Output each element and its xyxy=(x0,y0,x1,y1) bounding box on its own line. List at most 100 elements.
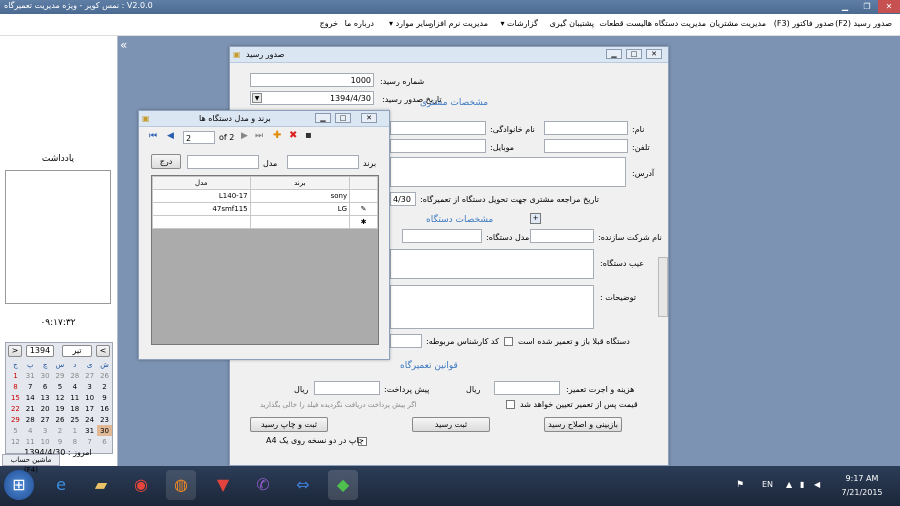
cal-day[interactable]: 20 xyxy=(38,403,53,414)
family-input[interactable] xyxy=(390,121,486,135)
teamviewer-icon[interactable]: ⇔ xyxy=(288,470,318,500)
receipt-maximize-icon[interactable]: □ xyxy=(626,49,642,59)
receipt-close-icon[interactable]: ✕ xyxy=(646,49,662,59)
nav-next-icon[interactable]: ▶ xyxy=(241,131,248,141)
cal-day[interactable]: 7 xyxy=(23,381,38,392)
phone-input[interactable] xyxy=(544,139,628,153)
cal-day[interactable]: 2 xyxy=(97,381,112,392)
nav-prev-icon[interactable]: ◀ xyxy=(167,131,174,141)
brand-input[interactable] xyxy=(287,155,359,169)
cal-day[interactable]: 11 xyxy=(67,392,82,403)
notes-textarea[interactable] xyxy=(5,170,111,304)
cal-day[interactable]: 5 xyxy=(53,381,68,392)
cal-day[interactable]: 22 xyxy=(8,403,23,414)
chrome-icon[interactable]: ◉ xyxy=(126,470,156,500)
cell-brand[interactable]: LG xyxy=(249,202,351,216)
tech-code-input[interactable] xyxy=(390,334,422,348)
cell-model[interactable]: L140-17 xyxy=(152,189,251,203)
name-input[interactable] xyxy=(544,121,628,135)
save-icon[interactable]: ▪ xyxy=(305,130,312,141)
inspect-receipt-button[interactable]: بازبینی و اصلاح رسید xyxy=(544,417,622,432)
close-icon[interactable]: ✕ xyxy=(878,0,900,13)
cal-day[interactable]: 4 xyxy=(67,381,82,392)
brand-close-icon[interactable]: ✕ xyxy=(361,113,377,123)
cal-day[interactable]: 27 xyxy=(82,370,97,381)
cal-day[interactable]: 24 xyxy=(82,414,97,425)
clock-time[interactable]: 9:17 AM xyxy=(834,474,890,483)
brand-maximize-icon[interactable]: □ xyxy=(335,113,351,123)
cal-day[interactable]: 15 xyxy=(8,392,23,403)
ie-icon[interactable]: e xyxy=(46,470,76,500)
price-after-checkbox[interactable] xyxy=(506,400,515,409)
viber-icon[interactable]: ✆ xyxy=(248,470,278,500)
menu-invoice[interactable]: صدور فاکتور (F3) xyxy=(774,19,834,28)
cal-day[interactable]: 2 xyxy=(53,425,68,436)
cal-day[interactable]: 8 xyxy=(8,381,23,392)
cal-day[interactable]: 29 xyxy=(53,370,68,381)
cal-day[interactable]: 28 xyxy=(23,414,38,425)
cal-day[interactable]: 3 xyxy=(82,381,97,392)
row-selector[interactable] xyxy=(349,189,378,203)
folder-icon[interactable]: ▰ xyxy=(86,470,116,500)
cal-day[interactable]: 11 xyxy=(23,436,38,447)
cal-day[interactable]: 26 xyxy=(97,370,112,381)
menu-customers[interactable]: مدیریت مشتریان xyxy=(709,19,766,28)
cal-day[interactable]: 27 xyxy=(38,414,53,425)
add-new-icon[interactable]: ✚ xyxy=(273,130,281,141)
cal-day[interactable]: 30 xyxy=(38,370,53,381)
brand-minimize-icon[interactable]: ▁ xyxy=(315,113,331,123)
nav-last-icon[interactable]: ⏭ xyxy=(255,131,263,141)
tray-arrow-icon[interactable]: ▲ xyxy=(786,480,792,489)
date-dropdown-icon[interactable]: ▼ xyxy=(252,93,262,103)
cal-day[interactable]: 10 xyxy=(38,436,53,447)
cal-prev-button[interactable]: < xyxy=(8,345,22,357)
menu-parts[interactable]: لیست قطعات xyxy=(599,19,646,28)
prev-repair-checkbox[interactable] xyxy=(504,337,513,346)
cell-model[interactable]: 47smf115 xyxy=(152,202,251,216)
cal-day[interactable]: 23 xyxy=(97,414,112,425)
cal-day[interactable]: 3 xyxy=(38,425,53,436)
cal-day[interactable]: 17 xyxy=(82,403,97,414)
receipt-scrollbar[interactable] xyxy=(658,257,668,317)
cal-day[interactable]: 9 xyxy=(97,392,112,403)
cal-day[interactable]: 16 xyxy=(97,403,112,414)
cal-day[interactable]: 5 xyxy=(8,425,23,436)
insert-button[interactable]: درج xyxy=(151,154,181,169)
menu-reports[interactable]: گزارشات ▾ xyxy=(500,19,538,28)
cal-day[interactable]: 1 xyxy=(67,425,82,436)
cal-day[interactable]: 31 xyxy=(23,370,38,381)
cost-input[interactable] xyxy=(494,381,560,395)
new-row-asterisk-icon[interactable]: ✱ xyxy=(349,215,378,229)
cal-day[interactable]: 28 xyxy=(67,370,82,381)
cal-day[interactable]: 4 xyxy=(23,425,38,436)
cal-year[interactable]: 1394 xyxy=(26,345,54,357)
app-red-icon[interactable]: ▼ xyxy=(208,470,238,500)
return-date-input[interactable]: 4/30 xyxy=(390,192,416,206)
receipt-date-input[interactable]: 1394/4/30 xyxy=(250,91,374,105)
cal-day[interactable]: 19 xyxy=(53,403,68,414)
edit-pencil-icon[interactable]: ✎ xyxy=(349,202,378,216)
cal-day[interactable]: 7 xyxy=(82,436,97,447)
cell-brand[interactable]: sony xyxy=(249,189,351,203)
cal-day[interactable]: 9 xyxy=(53,436,68,447)
add-device-icon[interactable]: + xyxy=(530,213,541,224)
tray-flag-icon[interactable]: ⚑ xyxy=(736,480,744,490)
cal-day[interactable]: 31 xyxy=(82,425,97,436)
nav-first-icon[interactable]: ⏮ xyxy=(149,131,157,141)
col-header-brand[interactable]: برند xyxy=(249,176,351,190)
calc-shortcut[interactable]: ماشین حساب (F4) xyxy=(2,454,60,474)
running-app-icon[interactable]: ◆ xyxy=(328,470,358,500)
collapse-arrow-icon[interactable]: « xyxy=(120,38,127,52)
cal-month[interactable]: تیر xyxy=(62,345,92,357)
firefox-icon[interactable]: ◍ xyxy=(166,470,196,500)
cal-day[interactable]: 12 xyxy=(53,392,68,403)
cal-day[interactable]: 18 xyxy=(67,403,82,414)
cal-day[interactable]: 21 xyxy=(23,403,38,414)
delete-icon[interactable]: ✖ xyxy=(289,130,297,141)
desc-input[interactable] xyxy=(390,285,594,329)
menu-other[interactable]: سایر موارد ▾ xyxy=(389,19,432,28)
mobile-input[interactable] xyxy=(390,139,486,153)
cal-day[interactable]: 13 xyxy=(38,392,53,403)
menu-software[interactable]: مدیریت نرم افزار xyxy=(430,19,488,28)
save-receipt-button[interactable]: ثبت رسید xyxy=(412,417,490,432)
